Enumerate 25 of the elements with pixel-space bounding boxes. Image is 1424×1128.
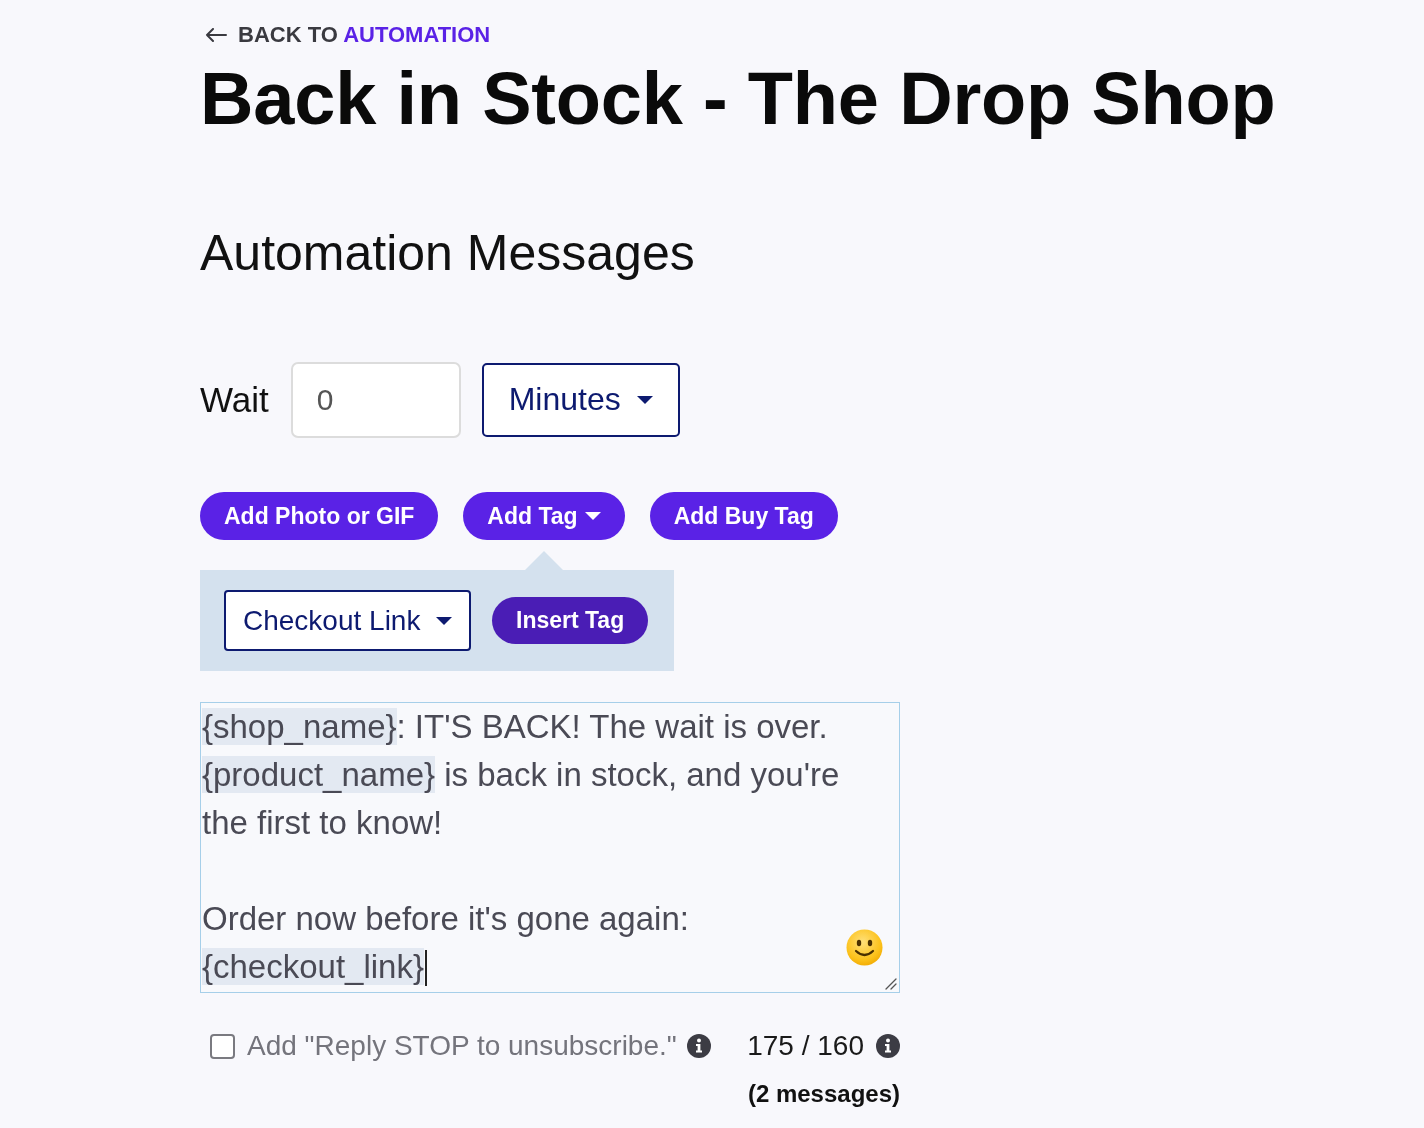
- info-icon[interactable]: [686, 1034, 711, 1058]
- toolbar-button[interactable]: Add Photo or GIF: [200, 492, 439, 540]
- page-title: Back in Stock - The Drop Shop: [200, 59, 1276, 139]
- checkbox-label: Add "Reply STOP to unsubscribe.": [247, 1030, 677, 1062]
- character-counter: 175 / 160: [747, 1030, 864, 1062]
- smiley-icon[interactable]: [846, 929, 883, 966]
- info-icon[interactable]: [876, 1034, 900, 1058]
- insert-tag-button[interactable]: Insert Tag: [492, 597, 649, 644]
- text-cursor: [425, 950, 427, 986]
- wait-input[interactable]: 0: [290, 361, 461, 438]
- caret-down-icon: [636, 395, 653, 404]
- section-title: Automation Messages: [200, 224, 695, 283]
- back-link[interactable]: BACK TO AUTOMATION: [200, 21, 491, 49]
- checkbox[interactable]: [210, 1033, 235, 1059]
- time-unit-dropdown[interactable]: Minutes: [481, 362, 680, 437]
- toolbar-button[interactable]: Add Buy Tag: [649, 492, 838, 540]
- arrow-left-icon: [205, 28, 227, 42]
- wait-label: Wait: [200, 379, 269, 420]
- message-count: (2 messages): [747, 1079, 900, 1109]
- resize-grip-icon[interactable]: [884, 977, 897, 990]
- caret-down-icon: [584, 512, 601, 520]
- caret-down-icon: [436, 616, 452, 625]
- tag-select-dropdown[interactable]: Checkout Link: [224, 590, 471, 651]
- toolbar-dropdown-button[interactable]: Add Tag: [463, 492, 625, 540]
- message-textarea[interactable]: {shop_name}: IT'S BACK! The wait is over. {product_name} is back in stock, and you're the first to know! Order now before it's gone again: {checkout_link}: [200, 702, 900, 993]
